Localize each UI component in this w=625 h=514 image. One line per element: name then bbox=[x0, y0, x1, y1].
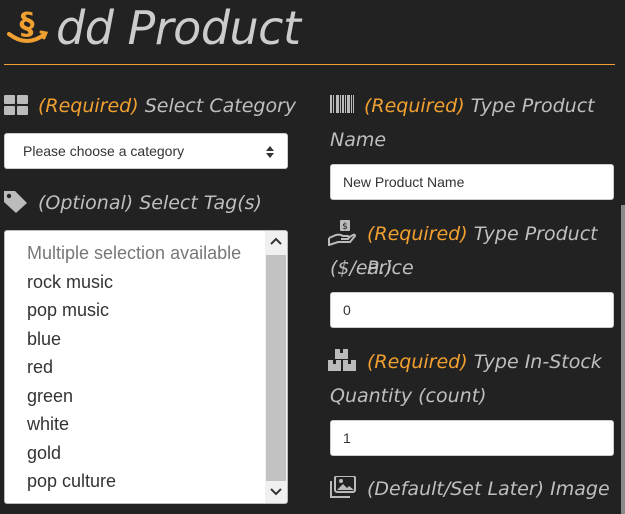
stock-label-line1: (Required) Type In-Stock bbox=[367, 345, 602, 379]
grid-icon bbox=[4, 95, 28, 115]
name-label-line2: Name bbox=[330, 129, 387, 151]
select-arrows-icon bbox=[266, 146, 274, 158]
category-required: (Required) bbox=[38, 95, 139, 117]
stock-label-line2: Quantity (count) bbox=[330, 385, 487, 407]
price-label-line1: (Required) Type Product Price bbox=[367, 217, 625, 285]
category-label-text: Select Category bbox=[144, 95, 297, 117]
scroll-up-icon[interactable] bbox=[270, 237, 282, 245]
tag-option[interactable]: pop culture bbox=[27, 467, 116, 495]
tag-option[interactable]: blue bbox=[27, 325, 61, 353]
tag-option[interactable]: rock music bbox=[27, 268, 113, 296]
tags-optional: (Optional) bbox=[38, 192, 134, 214]
tags-label: (Optional) Select Tag(s) bbox=[38, 186, 262, 220]
price-required: (Required) bbox=[367, 223, 468, 245]
tags-scroll-thumb[interactable] bbox=[266, 255, 286, 481]
tag-option[interactable]: white bbox=[27, 410, 69, 438]
tag-option[interactable]: Multiple selection available bbox=[27, 239, 241, 267]
tag-option[interactable]: green bbox=[27, 382, 73, 410]
product-name-input[interactable] bbox=[330, 164, 614, 200]
image-label-text: Image bbox=[550, 478, 610, 500]
page-header: § dd Product bbox=[0, 0, 625, 65]
stock-required: (Required) bbox=[367, 351, 468, 373]
logo-icon: § bbox=[7, 7, 49, 43]
tag-option[interactable]: pop music bbox=[27, 296, 109, 324]
stock-label-text: Type In-Stock bbox=[473, 351, 602, 373]
boxes-icon bbox=[328, 349, 356, 371]
price-label-line2: ($/ea.) bbox=[330, 257, 393, 279]
category-label: (Required) Select Category bbox=[38, 89, 296, 123]
page-scrollbar[interactable] bbox=[621, 205, 625, 514]
product-price-input[interactable] bbox=[330, 292, 614, 328]
image-label: (Default/Set Later) Image bbox=[367, 472, 610, 506]
svg-text:§: § bbox=[20, 7, 35, 42]
barcode-icon bbox=[330, 95, 354, 113]
name-label-text: Type Product bbox=[470, 95, 595, 117]
money-hand-icon: $ bbox=[328, 220, 356, 246]
images-icon bbox=[330, 476, 356, 498]
tag-option[interactable]: gold bbox=[27, 439, 61, 467]
page-title: dd Product bbox=[56, 1, 301, 55]
stock-quantity-input[interactable] bbox=[330, 420, 614, 456]
tag-icon bbox=[4, 191, 27, 213]
name-label-line1: (Required) Type Product bbox=[364, 89, 595, 123]
scroll-down-icon[interactable] bbox=[270, 488, 282, 496]
tags-multiselect[interactable]: Multiple selection available rock music … bbox=[4, 230, 288, 504]
tag-option[interactable]: red bbox=[27, 353, 53, 381]
tags-scrollbar[interactable] bbox=[265, 231, 287, 503]
title-divider bbox=[4, 64, 615, 65]
tags-label-text: Select Tag(s) bbox=[139, 192, 262, 214]
name-required: (Required) bbox=[364, 95, 465, 117]
image-default: (Default/Set Later) bbox=[367, 478, 545, 500]
category-select-value: Please choose a category bbox=[23, 143, 185, 159]
category-select[interactable]: Please choose a category bbox=[4, 133, 288, 169]
svg-text:$: $ bbox=[342, 222, 348, 232]
